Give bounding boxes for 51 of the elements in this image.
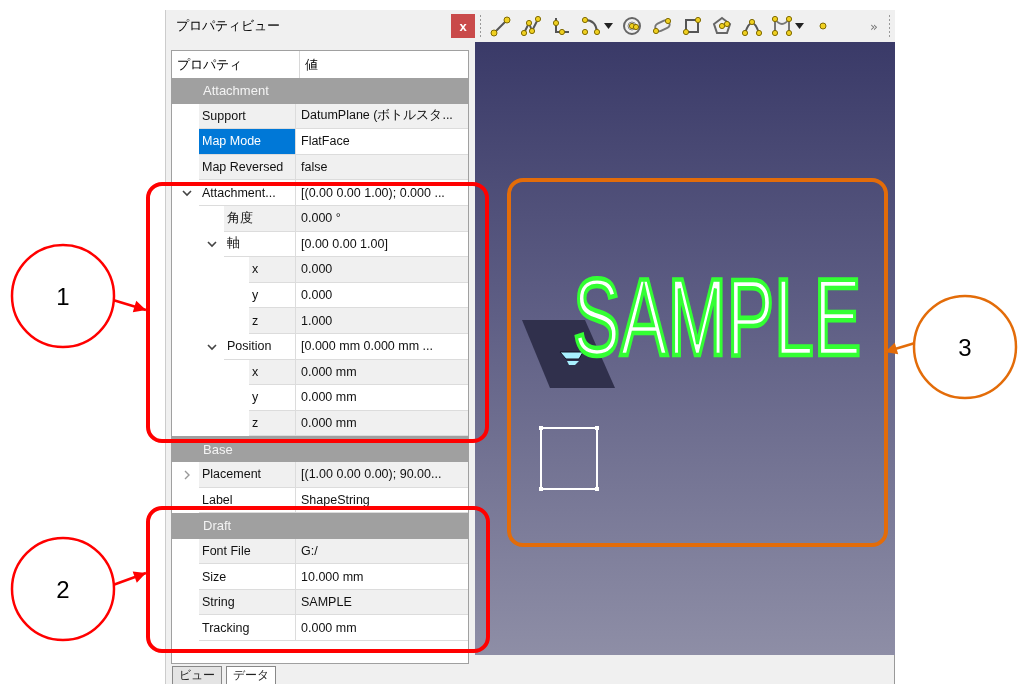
property-name[interactable]: 角度 (224, 205, 296, 232)
property-value[interactable]: 0.000 mm (296, 410, 468, 437)
callout-number: 2 (56, 576, 70, 603)
shape-string-text[interactable]: SAMPLE (573, 255, 861, 379)
sketch-tool-icon[interactable] (550, 15, 572, 37)
property-value[interactable]: DatumPlane (ボトルスタ... (296, 103, 468, 130)
property-name[interactable]: String (199, 589, 296, 616)
3d-view[interactable]: SAMPLE (475, 42, 895, 655)
panel-tab[interactable]: ビュー (172, 666, 222, 684)
property-value[interactable]: G:/ (296, 538, 468, 565)
property-name[interactable]: y (249, 282, 296, 309)
sketch-tool-icon[interactable] (771, 15, 793, 37)
property-value[interactable]: 0.000 (296, 257, 468, 283)
panel-title: プロパティビュー (176, 17, 280, 35)
property-name[interactable]: Position (224, 333, 296, 360)
property-value[interactable]: 0.000 mm (296, 359, 468, 386)
property-name[interactable]: Map Reversed (199, 154, 296, 181)
property-name[interactable]: Placement (199, 461, 296, 488)
property-name[interactable]: x (249, 359, 296, 386)
sketch-tool-icon[interactable] (520, 15, 542, 37)
panel-tab[interactable]: データ (226, 666, 276, 684)
property-value[interactable]: false (296, 154, 468, 181)
sketch-tool-icon[interactable] (681, 15, 703, 37)
property-value[interactable]: 1.000 (296, 308, 468, 334)
sketch-tool-icon[interactable] (711, 15, 733, 37)
property-name[interactable]: y (249, 385, 296, 411)
sketch-square[interactable] (539, 426, 599, 491)
property-name[interactable]: z (249, 308, 296, 334)
property-name[interactable]: 軸 (224, 231, 296, 258)
property-name[interactable]: Tracking (199, 615, 296, 642)
close-button[interactable]: x (451, 14, 475, 38)
property-value[interactable]: SAMPLE (296, 589, 468, 616)
sketch-tool-icon[interactable] (621, 15, 643, 37)
callout-number: 1 (56, 283, 70, 310)
callout-number: 3 (958, 334, 972, 361)
toolbar-overflow-button[interactable]: » (870, 18, 878, 34)
property-value[interactable]: 0.000 ° (296, 205, 468, 232)
sketch-tool-icon[interactable] (580, 15, 602, 37)
property-name[interactable]: Support (199, 103, 296, 130)
callout-arrow (112, 571, 147, 587)
property-name[interactable]: Size (199, 564, 296, 590)
caret-icon[interactable] (604, 22, 613, 30)
property-name[interactable]: x (249, 257, 296, 283)
property-name[interactable]: Map Mode (199, 129, 296, 155)
sketch-tool-icon[interactable] (651, 15, 673, 37)
sketch-tool-icon[interactable] (490, 15, 512, 37)
caret-icon[interactable] (795, 22, 804, 30)
callout-arrow (112, 298, 147, 313)
property-value[interactable]: [(1.00 0.00 0.00); 90.00... (296, 461, 468, 488)
property-name[interactable]: z (249, 410, 296, 437)
property-name[interactable]: Font File (199, 538, 296, 565)
